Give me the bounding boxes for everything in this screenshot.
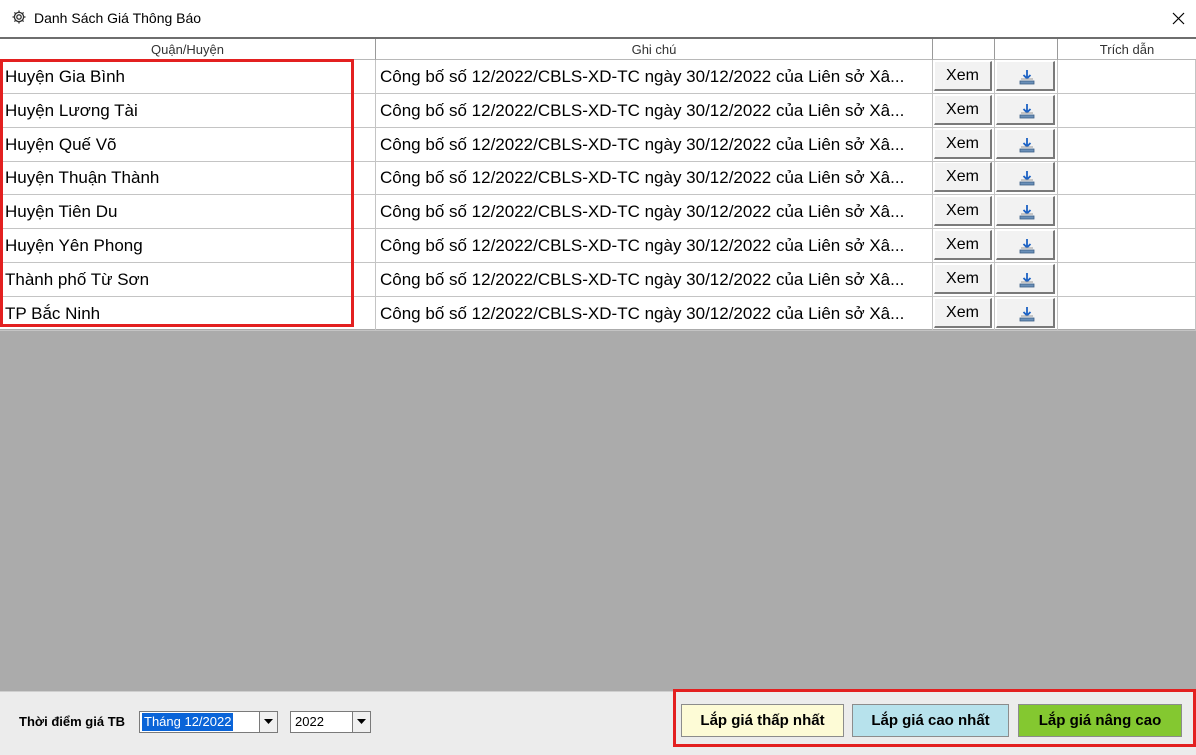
- citation-cell[interactable]: [1058, 195, 1196, 230]
- table-row[interactable]: TP Bắc Ninh Công bố số 12/2022/CBLS-XD-TC…: [0, 296, 1196, 331]
- citation-cell[interactable]: [1058, 60, 1196, 94]
- district-cell[interactable]: Huyện Tiên Du: [0, 195, 376, 230]
- download-cell: [995, 60, 1058, 94]
- year-select-value: 2022: [295, 714, 324, 729]
- citation-cell[interactable]: [1058, 161, 1196, 196]
- month-select-value: Tháng 12/2022: [142, 713, 234, 731]
- view-cell: Xem: [933, 262, 995, 297]
- table-row[interactable]: Huyện Thuận Thành Công bố số 12/2022/CBLS…: [0, 161, 1196, 196]
- download-icon: [1019, 239, 1035, 254]
- note-cell[interactable]: Công bố số 12/2022/CBLS-XD-TC ngày 30/12…: [376, 93, 933, 128]
- table-row[interactable]: Huyện Tiên Du Công bố số 12/2022/CBLS-XD-…: [0, 195, 1196, 230]
- table-row[interactable]: Huyện Gia Bình Công bố số 12/2022/CBLS-XD…: [0, 60, 1196, 94]
- note-cell[interactable]: Công bố số 12/2022/CBLS-XD-TC ngày 30/12…: [376, 195, 933, 230]
- download-cell: [995, 296, 1058, 331]
- district-cell[interactable]: TP Bắc Ninh: [0, 296, 376, 331]
- district-cell[interactable]: Thành phố Từ Sơn: [0, 262, 376, 297]
- view-button[interactable]: Xem: [934, 230, 992, 260]
- header-district[interactable]: Quận/Huyện: [0, 39, 376, 60]
- month-select[interactable]: Tháng 12/2022: [139, 711, 278, 733]
- district-cell[interactable]: Huyện Quế Võ: [0, 127, 376, 162]
- download-button[interactable]: [996, 94, 1055, 125]
- chevron-down-icon: [264, 719, 273, 724]
- download-button[interactable]: [996, 162, 1055, 193]
- download-cell: [995, 93, 1058, 128]
- title-bar: Danh Sách Giá Thông Báo: [0, 0, 1196, 37]
- view-cell: Xem: [933, 127, 995, 162]
- download-button[interactable]: [996, 128, 1055, 159]
- note-cell[interactable]: Công bố số 12/2022/CBLS-XD-TC ngày 30/12…: [376, 296, 933, 331]
- download-cell: [995, 195, 1058, 230]
- note-cell[interactable]: Công bố số 12/2022/CBLS-XD-TC ngày 30/12…: [376, 262, 933, 297]
- download-cell: [995, 127, 1058, 162]
- download-icon: [1019, 205, 1035, 220]
- chevron-down-icon: [357, 719, 366, 724]
- window-title: Danh Sách Giá Thông Báo: [34, 10, 202, 26]
- note-cell[interactable]: Công bố số 12/2022/CBLS-XD-TC ngày 30/12…: [376, 161, 933, 196]
- header-citation[interactable]: Trích dẫn: [1058, 39, 1196, 60]
- view-button[interactable]: Xem: [934, 297, 992, 328]
- download-icon: [1019, 306, 1035, 321]
- view-button[interactable]: Xem: [934, 263, 992, 294]
- citation-cell[interactable]: [1058, 93, 1196, 128]
- download-button[interactable]: [996, 297, 1055, 328]
- time-label: Thời điểm giá TB: [19, 714, 126, 729]
- district-cell[interactable]: Huyện Gia Bình: [0, 60, 376, 94]
- download-cell: [995, 229, 1058, 263]
- table-row[interactable]: Huyện Lương Tài Công bố số 12/2022/CBLS-X…: [0, 93, 1196, 128]
- district-cell[interactable]: Huyện Thuận Thành: [0, 161, 376, 196]
- close-button[interactable]: [1160, 0, 1196, 37]
- download-cell: [995, 262, 1058, 297]
- view-cell: Xem: [933, 93, 995, 128]
- download-button[interactable]: [996, 196, 1055, 227]
- view-cell: Xem: [933, 195, 995, 230]
- year-select[interactable]: 2022: [290, 711, 371, 733]
- download-icon: [1019, 137, 1035, 152]
- bottom-panel: Thời điểm giá TB Tháng 12/2022 2022: [0, 691, 1196, 755]
- download-icon: [1019, 171, 1035, 186]
- table-row[interactable]: Huyện Quế Võ Công bố số 12/2022/CBLS-XD-T…: [0, 127, 1196, 162]
- gear-icon: [11, 9, 27, 25]
- citation-cell[interactable]: [1058, 296, 1196, 331]
- header-download[interactable]: [995, 39, 1058, 60]
- download-icon: [1019, 272, 1035, 288]
- month-dropdown-button[interactable]: [259, 712, 277, 732]
- header-note[interactable]: Ghi chú: [376, 39, 933, 60]
- view-cell: Xem: [933, 161, 995, 196]
- view-button[interactable]: Xem: [934, 162, 992, 193]
- view-cell: Xem: [933, 60, 995, 94]
- apply-highest-price-button[interactable]: Lắp giá cao nhất: [852, 704, 1009, 737]
- download-button[interactable]: [996, 263, 1055, 294]
- view-cell: Xem: [933, 229, 995, 263]
- citation-cell[interactable]: [1058, 229, 1196, 263]
- view-button[interactable]: Xem: [934, 128, 992, 159]
- download-button[interactable]: [996, 61, 1055, 91]
- view-button[interactable]: Xem: [934, 61, 992, 91]
- district-cell[interactable]: Huyện Yên Phong: [0, 229, 376, 263]
- download-button[interactable]: [996, 230, 1055, 260]
- note-cell[interactable]: Công bố số 12/2022/CBLS-XD-TC ngày 30/12…: [376, 229, 933, 263]
- view-button[interactable]: Xem: [934, 196, 992, 227]
- price-list-grid: Quận/Huyện Ghi chú Trích dẫn Huyện Gia B…: [0, 37, 1196, 331]
- citation-cell[interactable]: [1058, 262, 1196, 297]
- download-cell: [995, 161, 1058, 196]
- note-cell[interactable]: Công bố số 12/2022/CBLS-XD-TC ngày 30/12…: [376, 127, 933, 162]
- view-button[interactable]: Xem: [934, 94, 992, 125]
- table-row[interactable]: Thành phố Từ Sơn Công bố số 12/2022/CBLS-…: [0, 262, 1196, 297]
- year-dropdown-button[interactable]: [352, 712, 370, 732]
- close-icon: [1172, 12, 1185, 25]
- apply-advanced-price-button[interactable]: Lắp giá nâng cao: [1018, 704, 1182, 737]
- header-view[interactable]: [933, 39, 995, 60]
- note-cell[interactable]: Công bố số 12/2022/CBLS-XD-TC ngày 30/12…: [376, 60, 933, 94]
- download-icon: [1019, 103, 1035, 119]
- table-row[interactable]: Huyện Yên Phong Công bố số 12/2022/CBLS-X…: [0, 229, 1196, 263]
- apply-lowest-price-button[interactable]: Lắp giá thấp nhất: [681, 704, 844, 737]
- view-cell: Xem: [933, 296, 995, 331]
- citation-cell[interactable]: [1058, 127, 1196, 162]
- district-cell[interactable]: Huyện Lương Tài: [0, 93, 376, 128]
- download-icon: [1019, 70, 1035, 85]
